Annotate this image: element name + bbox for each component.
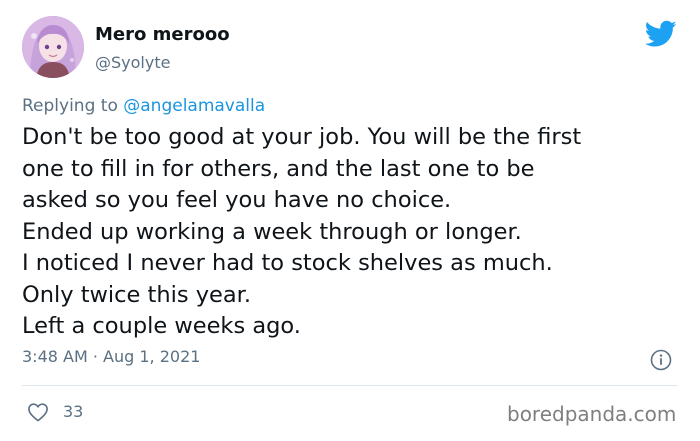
twitter-bird-icon[interactable]	[645, 20, 677, 48]
heart-icon[interactable]	[27, 402, 49, 422]
tweet-line: Don't be too good at your job. You will …	[22, 124, 582, 150]
divider	[22, 385, 678, 386]
tweet-line: I noticed I never had to stock shelves a…	[22, 250, 553, 276]
author-handle[interactable]: @Syolyte	[95, 53, 170, 72]
tweet-line: Ended up working a week through or longe…	[22, 218, 522, 245]
tweet-text: Don't be too good at your job. You will …	[22, 122, 682, 343]
avatar-image	[22, 16, 84, 78]
avatar[interactable]	[22, 16, 84, 78]
reply-mention-link[interactable]: @angelamavalla	[123, 96, 265, 116]
tweet-line: Only twice this year.	[22, 281, 252, 308]
info-icon[interactable]	[650, 349, 672, 371]
tweet-line: Left a couple weeks ago.	[22, 313, 301, 339]
like-count: 33	[63, 402, 84, 421]
author-display-name[interactable]: Mero merooo	[95, 24, 230, 45]
reply-context: Replying to @angelamavalla	[22, 96, 265, 116]
tweet-line: asked so you feel you have no choice.	[22, 187, 452, 213]
reply-prefix: Replying to	[22, 96, 124, 116]
tweet-line: one to fill in for others, and the last …	[22, 155, 535, 182]
watermark: boredpanda.com	[507, 402, 677, 426]
tweet-timestamp[interactable]: 3:48 AM · Aug 1, 2021	[22, 347, 200, 366]
